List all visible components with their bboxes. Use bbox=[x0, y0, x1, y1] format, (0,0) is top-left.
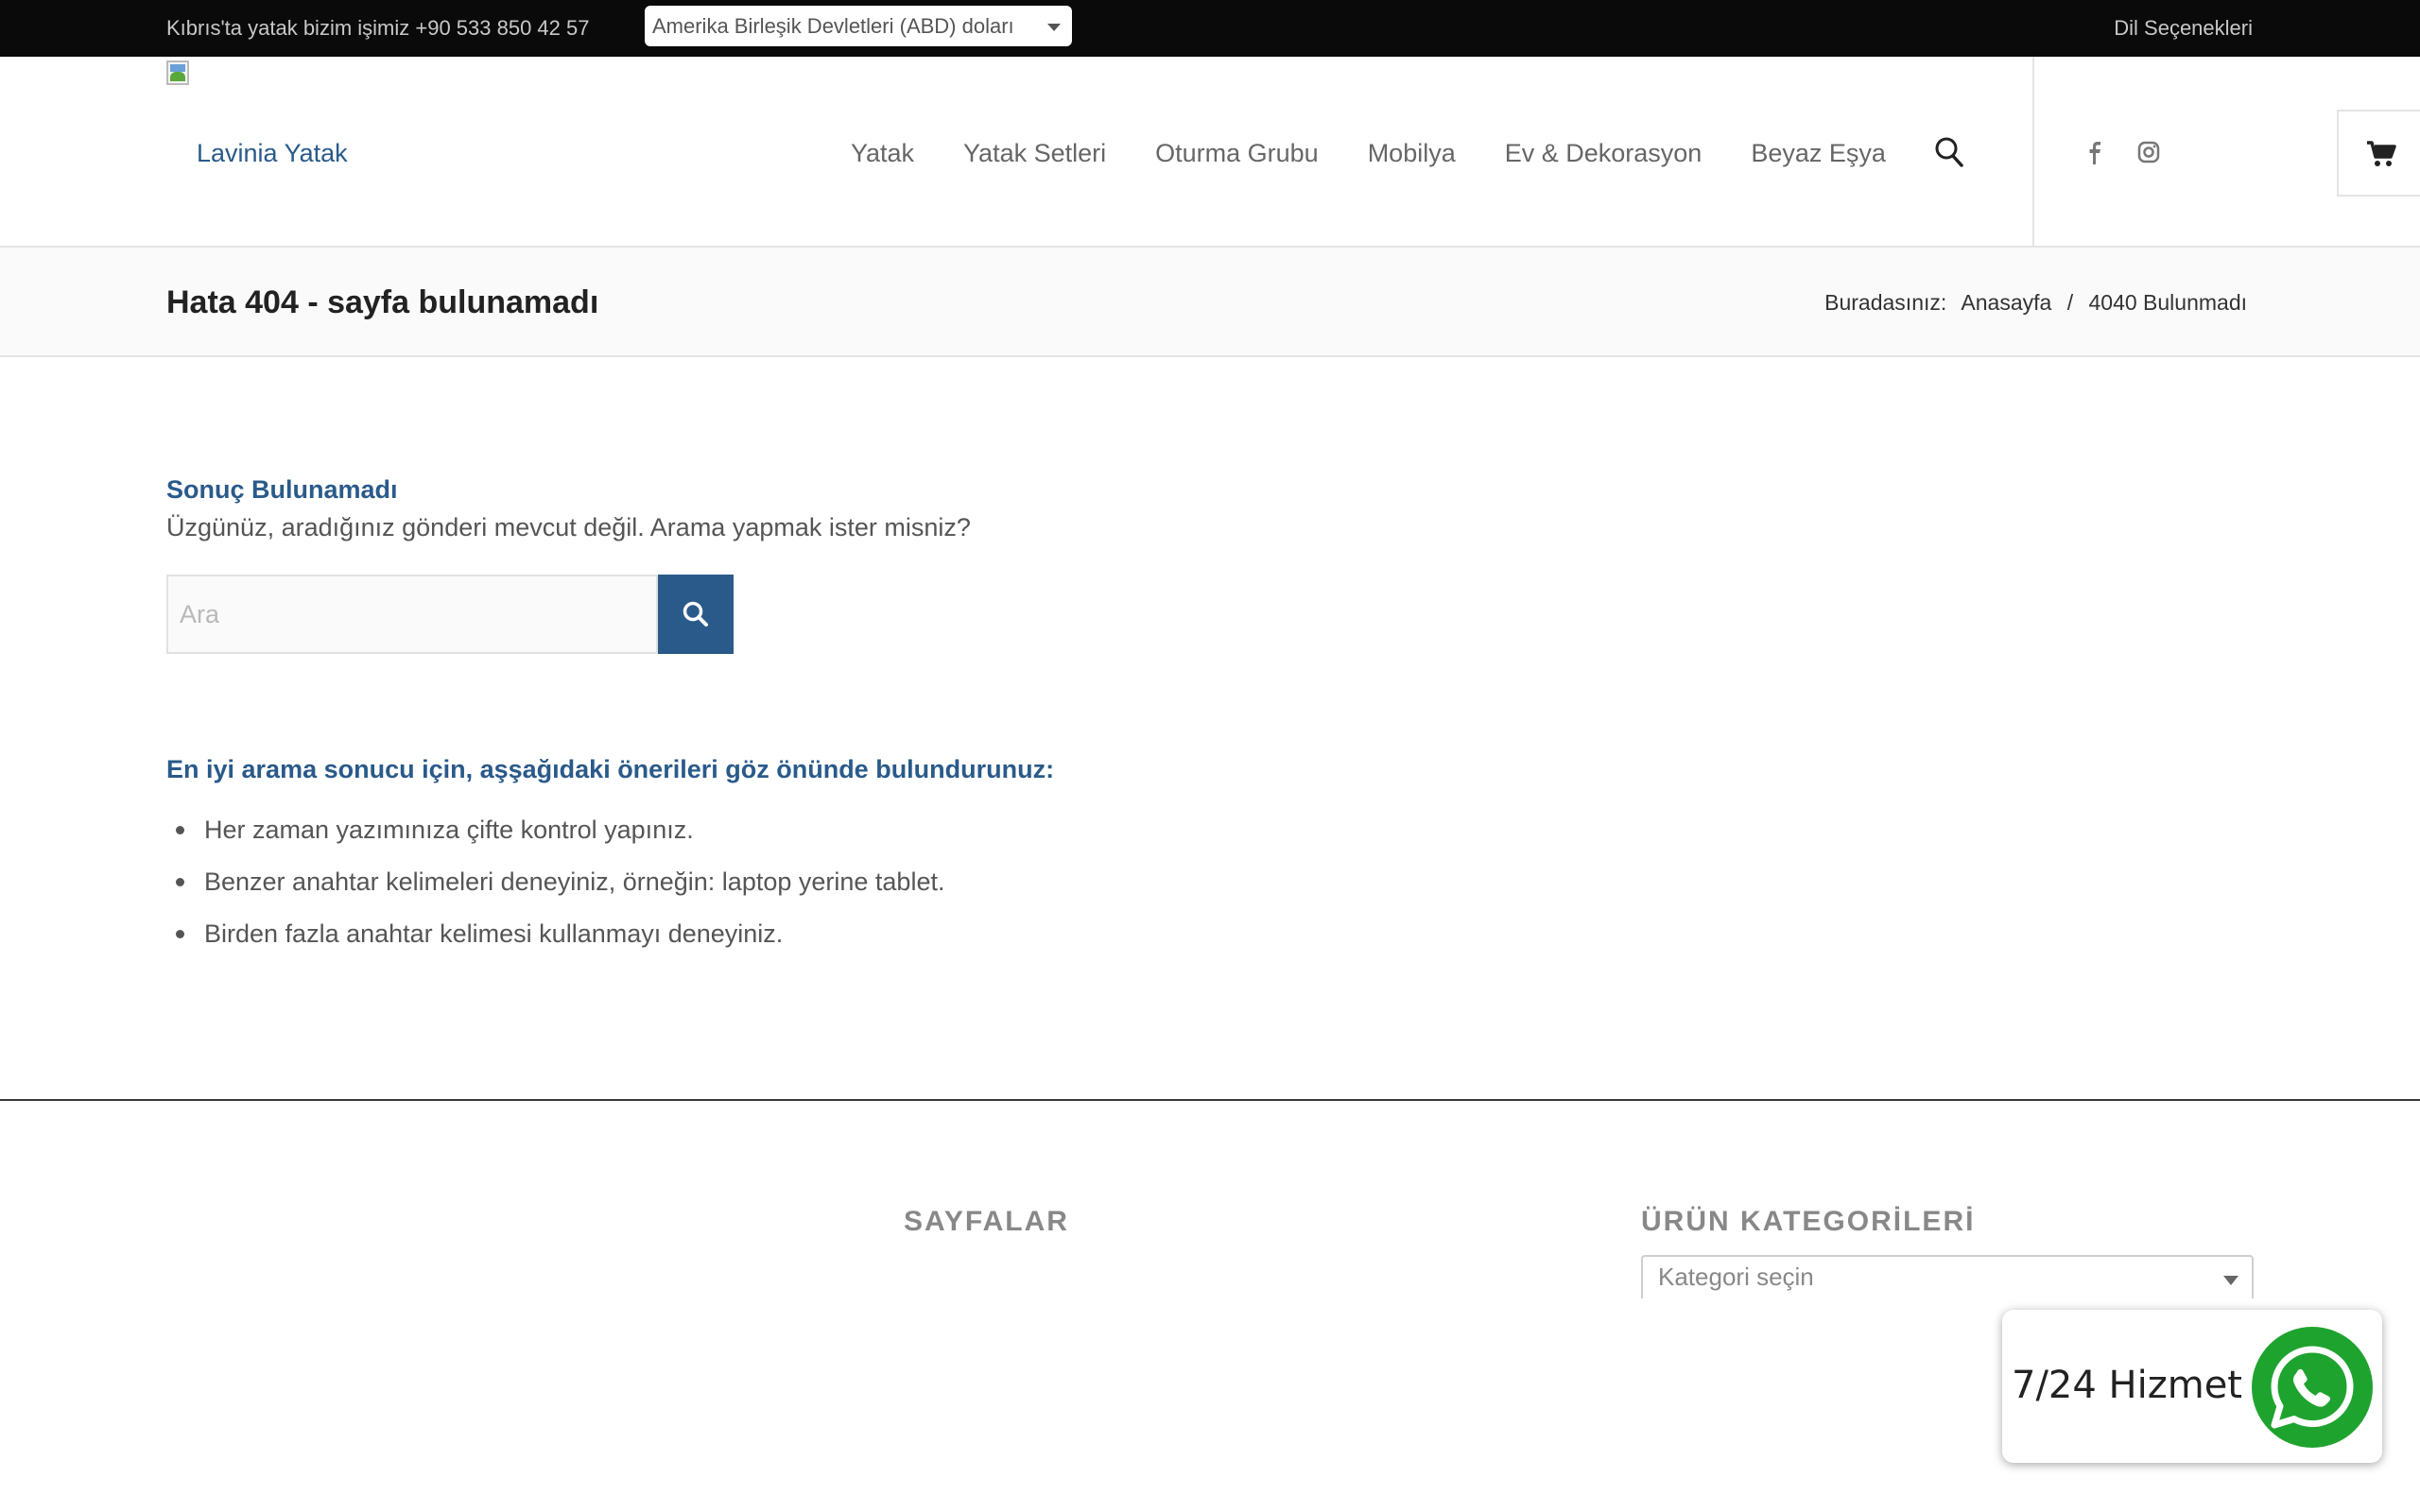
breadcrumb: Buradasınız: Anasayfa / 4040 Bulunmadı bbox=[1824, 287, 2247, 318]
search-tips-list: Her zaman yazımınıza çifte kontrol yapın… bbox=[166, 813, 944, 969]
tip-text: Benzer anahtar kelimeleri deneyiniz, örn… bbox=[204, 868, 945, 896]
language-options-link[interactable]: Dil Seçenekleri bbox=[2114, 15, 2253, 42]
footer-pages-heading: SAYFALAR bbox=[904, 1206, 1069, 1237]
footer-categories-heading: ÜRÜN KATEGORİLERİ bbox=[1641, 1206, 1976, 1237]
bullet-icon bbox=[176, 930, 184, 938]
list-item: Birden fazla anahtar kelimesi kullanmayı… bbox=[166, 917, 944, 951]
cart-button[interactable] bbox=[2337, 110, 2420, 197]
breadcrumb-home-link[interactable]: Anasayfa bbox=[1961, 290, 2051, 315]
caret-down-icon bbox=[2223, 1276, 2238, 1285]
search-icon[interactable] bbox=[1934, 136, 1964, 168]
search-icon bbox=[683, 601, 708, 627]
title-bar: Hata 404 - sayfa bulunamadı Buradasınız:… bbox=[0, 248, 2420, 357]
search-submit-button[interactable] bbox=[658, 575, 734, 654]
image-leaf bbox=[170, 72, 185, 81]
category-select[interactable]: Kategori seçin bbox=[1641, 1255, 2254, 1298]
list-item: Her zaman yazımınıza çifte kontrol yapın… bbox=[166, 813, 944, 847]
caret-down-icon bbox=[1047, 24, 1061, 31]
list-item: Benzer anahtar kelimeleri deneyiniz, örn… bbox=[166, 865, 944, 899]
cart-icon bbox=[2367, 141, 2396, 166]
nav-item-mobilya[interactable]: Mobilya bbox=[1368, 136, 1456, 170]
no-results-heading: Sonuç Bulunamadı bbox=[166, 475, 398, 504]
bullet-icon bbox=[176, 878, 184, 886]
logo-link[interactable]: Lavinia Yatak bbox=[197, 136, 348, 170]
nav-item-oturma-grubu[interactable]: Oturma Grubu bbox=[1155, 136, 1319, 170]
breadcrumb-separator: / bbox=[2066, 290, 2074, 315]
nav-item-beyaz-esya[interactable]: Beyaz Eşya bbox=[1751, 136, 1886, 170]
whatsapp-icon bbox=[2252, 1327, 2373, 1448]
nav-item-yatak-setleri[interactable]: Yatak Setleri bbox=[963, 136, 1106, 170]
instagram-icon[interactable] bbox=[2135, 138, 2163, 166]
site-header: Lavinia Yatak Yatak Yatak Setleri Oturma… bbox=[0, 57, 2420, 248]
footer-divider bbox=[0, 1099, 2420, 1101]
no-results-message: Üzgünüz, aradığınız gönderi mevcut değil… bbox=[166, 513, 971, 541]
whatsapp-widget[interactable]: 7/24 Hizmet bbox=[2002, 1310, 2382, 1463]
currency-selected-value: Amerika Birleşik Devletleri (ABD) doları bbox=[652, 14, 1014, 38]
search-tips-heading: En iyi arama sonucu için, aşşağıdaki öne… bbox=[166, 755, 1055, 783]
breadcrumb-prefix: Buradasınız: bbox=[1824, 290, 1947, 315]
tip-text: Birden fazla anahtar kelimesi kullanmayı… bbox=[204, 919, 784, 948]
nav-item-ev-dekorasyon[interactable]: Ev & Dekorasyon bbox=[1505, 136, 1703, 170]
breadcrumb-current: 4040 Bulunmadı bbox=[2088, 290, 2247, 315]
search-field-wrapper bbox=[166, 575, 658, 654]
nav-item-yatak[interactable]: Yatak bbox=[851, 136, 914, 170]
bullet-icon bbox=[176, 826, 184, 834]
broken-logo-image-icon[interactable] bbox=[166, 60, 195, 89]
whatsapp-label: 7/24 Hizmet bbox=[2012, 1364, 2242, 1407]
category-select-value: Kategori seçin bbox=[1658, 1263, 1814, 1291]
page-title: Hata 404 - sayfa bulunamadı bbox=[166, 284, 599, 320]
search-input[interactable] bbox=[168, 576, 656, 652]
image-sky bbox=[170, 64, 185, 72]
tip-text: Her zaman yazımınıza çifte kontrol yapın… bbox=[204, 816, 694, 844]
header-divider bbox=[2032, 57, 2034, 246]
currency-select[interactable]: Amerika Birleşik Devletleri (ABD) doları bbox=[645, 6, 1072, 46]
phone-info: Kıbrıs'ta yatak bizim işimiz +90 533 850… bbox=[166, 16, 590, 40]
main-nav: Yatak Yatak Setleri Oturma Grubu Mobilya… bbox=[851, 136, 1886, 170]
top-bar: Kıbrıs'ta yatak bizim işimiz +90 533 850… bbox=[0, 0, 2420, 57]
facebook-icon[interactable] bbox=[2080, 138, 2108, 166]
